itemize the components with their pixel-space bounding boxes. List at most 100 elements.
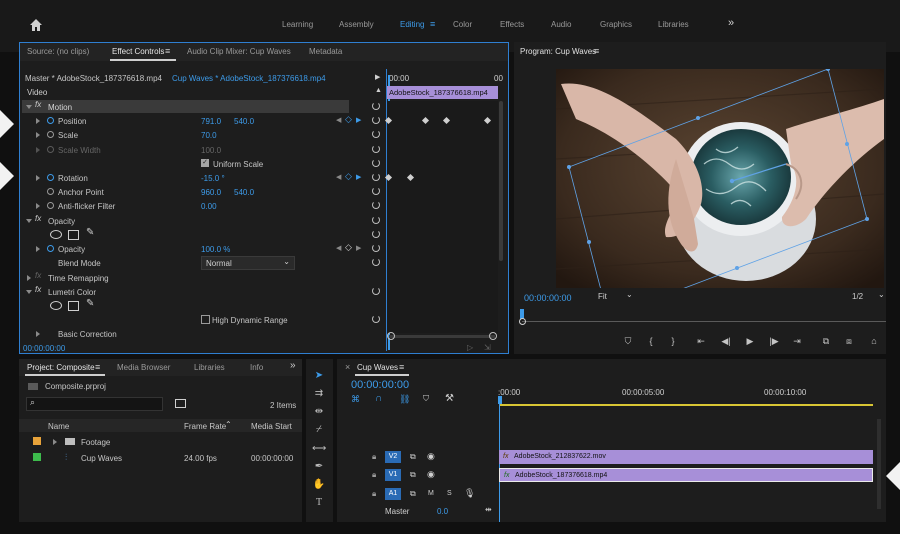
timeline-ruler[interactable]: :00:00 00:00:05:00 00:00:10:00 [498,385,886,405]
clip-v2[interactable]: fx AdobeStock_212837622.mov [499,450,873,464]
nav-effects[interactable]: Effects [500,20,524,29]
nav-libraries[interactable]: Libraries [658,20,689,29]
scale-reset-icon[interactable] [372,130,380,138]
rotation-prev-keyframe-icon[interactable]: ◀ [336,173,341,181]
new-bin-from-search-icon[interactable] [175,399,186,408]
export-frame-icon[interactable]: ⌂ [868,334,880,348]
clip-v1[interactable]: fx AdobeStock_187376618.mp4 [499,468,873,482]
nav-learning[interactable]: Learning [282,20,313,29]
nav-assembly[interactable]: Assembly [339,20,374,29]
time-remap-expand-icon[interactable] [27,275,31,281]
flicker-value[interactable]: 0.00 [201,202,217,211]
v1-target[interactable]: V1 [385,469,401,481]
project-menu-icon[interactable]: ≡ [95,362,100,372]
nav-color[interactable]: Color [453,20,472,29]
lumetri-ellipse-mask-icon[interactable] [50,301,62,310]
col-name[interactable]: Name [48,422,69,431]
ripple-edit-tool-icon[interactable]: ⇹ [312,405,326,419]
a1-voiceover-icon[interactable]: 🎙︎ [464,488,475,499]
ellipse-mask-icon[interactable] [50,230,62,239]
overwrite-icon[interactable]: ⧈ [843,334,855,348]
nav-audio[interactable]: Audio [551,20,571,29]
hdr-reset-icon[interactable] [372,315,380,323]
v2-sync-icon[interactable]: ⧉ [410,452,416,462]
pen-tool-icon[interactable]: ✒ [312,460,326,474]
uniform-scale-checkbox[interactable]: ✓ [201,159,209,167]
label-color-swatch[interactable] [33,453,41,461]
tab-audio-clip-mixer[interactable]: Audio Clip Mixer: Cup Waves [187,43,291,61]
mask-reset-icon[interactable] [372,230,380,238]
nest-toggle-icon[interactable]: ⌘ [351,394,360,405]
scale-stopwatch-icon[interactable] [47,131,54,138]
timeline-close-icon[interactable]: × [345,362,350,372]
sequence-clip-label[interactable]: Cup Waves * AdobeStock_187376618.mp4 [172,74,326,83]
lumetri-pen-mask-icon[interactable]: ✎ [86,298,94,309]
a1-target[interactable]: A1 [385,488,401,500]
anchor-x-value[interactable]: 960.0 [201,188,221,197]
ec-footer-timecode[interactable]: 00:00:00:00 [23,344,65,353]
scale-width-expand-icon[interactable] [36,147,40,153]
marker-icon[interactable]: ⛉ [622,334,634,348]
position-reset-icon[interactable] [372,116,380,124]
nav-editing[interactable]: Editing [400,20,424,29]
folder-expand-icon[interactable] [53,439,57,445]
settings-wrench-icon[interactable]: ⚒ [445,393,454,404]
linked-selection-icon[interactable]: ⛓ [399,394,410,405]
ec-scrollbar[interactable] [499,101,503,261]
tab-source[interactable]: Source: (no clips) [27,43,89,61]
step-back-icon[interactable]: ◀| [720,334,732,348]
tab-info[interactable]: Info [250,359,263,377]
tab-menu-icon[interactable]: ≡ [165,46,170,56]
project-search-input[interactable]: ⌕ [26,397,163,411]
opacity-fx-icon[interactable]: fx [35,214,41,223]
program-fit-select[interactable]: Fit ⌄ [596,290,638,303]
program-title[interactable]: Program: Cup Waves [520,47,596,56]
opacity-group-reset-icon[interactable] [372,216,380,224]
anchor-stopwatch-icon[interactable] [47,188,54,195]
step-forward-icon[interactable]: |▶ [768,334,780,348]
opacity-prev-keyframe-icon[interactable]: ◀ [336,244,341,252]
basic-correction-expand-icon[interactable] [36,331,40,337]
add-marker-icon[interactable]: ⛉ [423,394,429,404]
lumetri-rect-mask-icon[interactable] [68,301,79,311]
work-area-bar[interactable] [499,404,873,406]
program-resolution-select[interactable]: 1/2 ⌄ [850,290,886,303]
master-clip-label[interactable]: Master * AdobeStock_187376618.mp4 [25,74,162,83]
position-y-value[interactable]: 540.0 [234,117,254,126]
lumetri-fx-icon[interactable]: fx [35,285,41,294]
position-stopwatch-icon[interactable] [47,117,54,124]
ec-zoom-bar[interactable] [389,335,495,338]
go-to-out-icon[interactable]: ⇥ [791,334,803,348]
snap-icon[interactable]: ∩ [375,393,382,404]
project-row-footage[interactable]: Footage [19,435,302,449]
v1-eye-icon[interactable]: ◉ [427,469,435,480]
hand-tool-icon[interactable]: ✋ [312,478,326,492]
scale-width-reset-icon[interactable] [372,145,380,153]
opacity-stopwatch-icon[interactable] [47,245,54,252]
video-collapse-icon[interactable]: ▲ [375,87,382,94]
rotation-reset-icon[interactable] [372,173,380,181]
tab-metadata[interactable]: Metadata [309,43,342,61]
type-tool-icon[interactable]: T [312,496,326,510]
mark-out-icon[interactable]: } [667,334,679,348]
track-select-tool-icon[interactable]: ⇉ [312,387,326,401]
label-color-swatch[interactable] [33,437,41,445]
mark-in-icon[interactable]: { [645,334,657,348]
project-more-icon[interactable]: » [290,360,296,371]
blend-reset-icon[interactable] [372,258,380,266]
lumetri-expand-icon[interactable] [26,290,32,294]
lumetri-reset-icon[interactable] [372,287,380,295]
timeline-menu-icon[interactable]: ≡ [399,362,404,372]
a1-lock-icon[interactable]: 🔒︎ [372,489,376,499]
ec-zoom-left-handle[interactable] [387,332,395,340]
ec-clip-bar[interactable]: AdobeStock_187376618.mp4 [386,86,498,99]
play-icon[interactable]: ▶ [744,334,756,348]
v1-sync-icon[interactable]: ⧉ [410,470,416,480]
opacity-add-keyframe-icon[interactable]: ◇ [345,242,352,253]
program-video-frame[interactable] [556,69,884,288]
ec-zoom-right-handle[interactable] [489,332,497,340]
anchor-y-value[interactable]: 540.0 [234,188,254,197]
v1-lock-icon[interactable]: 🔒︎ [372,470,376,480]
insert-icon[interactable]: ⧉ [820,334,832,348]
motion-expand-icon[interactable] [26,105,32,109]
